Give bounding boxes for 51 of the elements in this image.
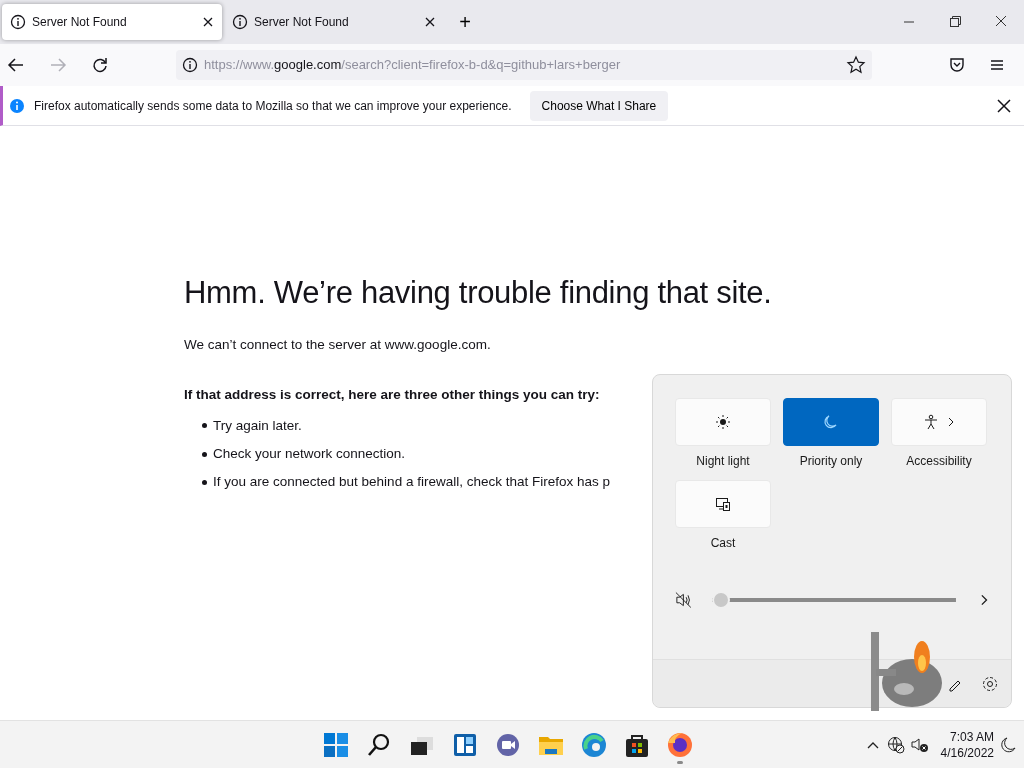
volume-muted-icon[interactable] — [910, 735, 929, 754]
info-icon — [9, 97, 25, 114]
moon-icon — [823, 414, 839, 430]
suggestion-text: If you are connected but behind a firewall, check that Firefox has p — [213, 473, 610, 492]
tab-title: Server Not Found — [32, 14, 128, 31]
tile-label: Cast — [710, 535, 736, 552]
suggestions-heading: If that address is correct, here are three other things you can try: — [184, 386, 601, 405]
clock-date[interactable]: 4/16/2022 — [940, 744, 994, 761]
bookmark-star-icon[interactable] — [846, 55, 866, 75]
reload-icon[interactable] — [90, 55, 110, 75]
error-title: Hmm. We’re having trouble finding that site. — [184, 274, 773, 312]
slider-thumb[interactable] — [711, 591, 730, 609]
bullet — [202, 479, 207, 485]
edge-icon — [580, 730, 608, 759]
info-icon[interactable] — [182, 57, 198, 73]
sun-icon — [715, 414, 731, 430]
notification-message: Firefox automatically sends some data to Mozilla so that we can improve your experience. — [34, 97, 512, 115]
chevron-icon[interactable] — [947, 416, 955, 428]
tile-label: Night light — [696, 453, 750, 470]
settings-icon[interactable] — [981, 674, 999, 693]
browser-tab[interactable]: Server Not Found — [2, 4, 222, 40]
suggestion-text: Check your network connection. — [213, 444, 406, 463]
info-icon — [232, 14, 248, 30]
bullet — [202, 451, 207, 457]
new-tab-button[interactable]: + — [450, 7, 480, 37]
url-text: https://www.google.com/search?client=firefox-b-d&q=github+lars+berger — [204, 56, 622, 75]
moon-icon[interactable] — [1000, 735, 1018, 754]
address-bar[interactable]: https://www.google.com/search?client=firefox-b-d&q=github+lars+berger — [176, 50, 872, 80]
pocket-icon[interactable] — [948, 56, 966, 74]
browser-tab[interactable]: Server Not Found — [224, 4, 444, 40]
tile-label: Accessibility — [906, 453, 972, 470]
bullet — [202, 423, 207, 429]
clock-time[interactable]: 7:03 AM — [940, 728, 994, 745]
choose-what-i-share-button[interactable]: Choose What I Share — [529, 90, 669, 121]
windows-logo-icon — [322, 730, 350, 759]
globe-blocked-icon[interactable] — [886, 735, 905, 754]
info-icon — [10, 14, 26, 30]
tile-label: Priority only — [799, 453, 863, 470]
close-icon[interactable] — [424, 16, 436, 28]
toggle-tile[interactable] — [783, 398, 879, 446]
cast-icon — [715, 496, 731, 512]
tab-title: Server Not Found — [254, 14, 350, 31]
chevron-icon[interactable] — [979, 593, 989, 607]
suggestion-text: Try again later. — [213, 416, 302, 435]
running-indicator — [677, 760, 683, 764]
fox-globe-icon — [666, 730, 694, 759]
volume-muted-icon[interactable] — [675, 591, 692, 609]
close-icon[interactable] — [996, 97, 1012, 114]
close-icon[interactable] — [202, 16, 214, 28]
accessibility-icon — [923, 414, 939, 430]
error-description: We can’t connect to the server at www.google.com. — [184, 336, 492, 355]
